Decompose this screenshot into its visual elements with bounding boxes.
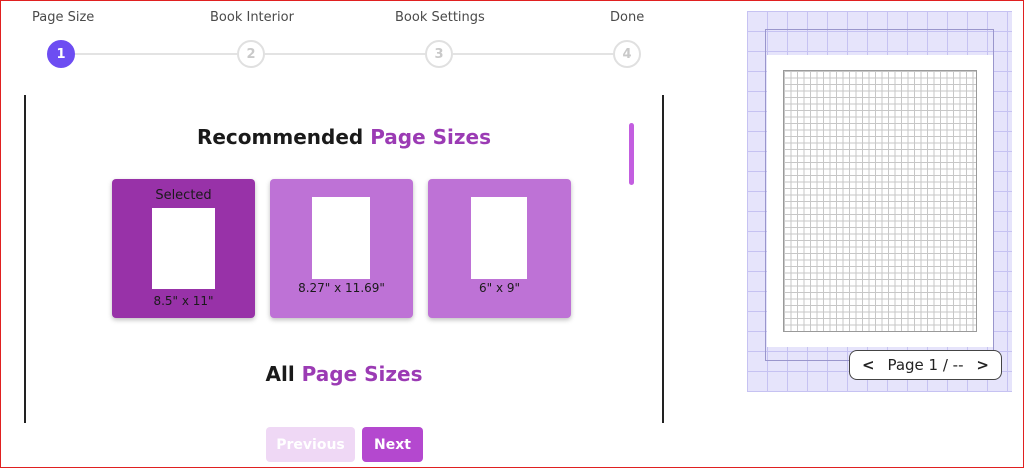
heading-prefix: Recommended (196, 125, 364, 149)
progress-stepper: Page Size Book Interior Book Settings Do… (1, 1, 701, 81)
step-connector (453, 53, 613, 55)
page-indicator: Page 1 / -- (887, 356, 964, 374)
step-4-indicator[interactable]: 4 (613, 40, 641, 68)
page-size-label: 6" x 9" (478, 281, 521, 295)
step-label-book-settings: Book Settings (395, 10, 485, 25)
page-navigator: < Page 1 / -- > (849, 350, 1002, 380)
page-thumbnail (152, 208, 215, 289)
page-size-label: 8.5" x 11" (153, 294, 214, 308)
all-sizes-heading: All Page Sizes (26, 362, 662, 386)
step-2-indicator[interactable]: 2 (237, 40, 265, 68)
previous-button[interactable]: Previous (266, 427, 355, 462)
page-size-card-a4[interactable]: 8.27" x 11.69" (270, 179, 413, 318)
heading-accent: Page Sizes (370, 125, 492, 149)
step-connector (75, 53, 237, 55)
recommended-sizes-heading: Recommended Page Sizes (26, 125, 662, 149)
step-label-done: Done (610, 10, 645, 25)
preview-page (767, 55, 993, 347)
next-button[interactable]: Next (362, 427, 423, 462)
page-size-card-6x9[interactable]: 6" x 9" (428, 179, 571, 318)
selected-label: Selected (155, 188, 212, 203)
step-1-indicator[interactable]: 1 (47, 40, 75, 68)
chevron-left-icon[interactable]: < (862, 356, 875, 374)
step-label-page-size: Page Size (32, 10, 95, 25)
chevron-right-icon[interactable]: > (976, 356, 989, 374)
preview-grid-pattern (783, 70, 977, 332)
page-preview: < Page 1 / -- > (747, 11, 1012, 392)
page-size-card-8-5x11[interactable]: Selected 8.5" x 11" (112, 179, 255, 318)
step-label-book-interior: Book Interior (210, 10, 294, 25)
heading-accent: Page Sizes (301, 362, 423, 386)
page-thumbnail (312, 197, 370, 279)
page-size-label: 8.27" x 11.69" (298, 281, 385, 295)
page-thumbnail (471, 197, 527, 279)
heading-prefix: All (265, 362, 295, 386)
step-connector (265, 53, 425, 55)
panel-right-border (662, 95, 664, 423)
step-3-indicator[interactable]: 3 (425, 40, 453, 68)
